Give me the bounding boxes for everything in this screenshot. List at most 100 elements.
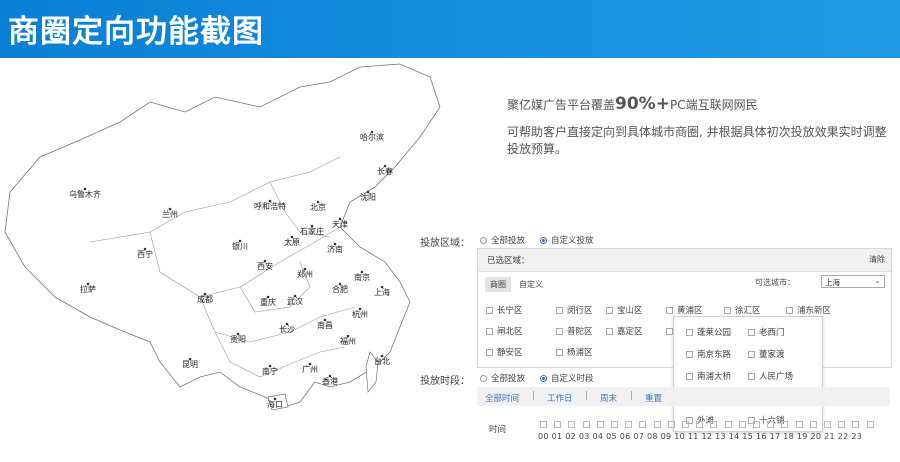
district-option[interactable]: 普陀区	[556, 325, 593, 337]
radio-label: 全部投放	[491, 236, 526, 246]
city-label: 天津	[332, 219, 348, 229]
hour-checkbox[interactable]	[596, 421, 604, 428]
city-select-label: 可选城市：	[755, 278, 795, 287]
hour-checkbox[interactable]	[540, 421, 547, 428]
hour-checkbox[interactable]	[582, 421, 590, 428]
business-district-option[interactable]: 南京东路	[686, 348, 731, 360]
city-label: 乌鲁木齐	[69, 189, 101, 199]
region-all-radio[interactable]: 全部投放	[480, 234, 525, 246]
separator: |	[585, 391, 589, 401]
district-label: 闸北区	[497, 327, 523, 337]
checkbox-icon	[724, 306, 731, 314]
region-custom-radio[interactable]: 自定义投放	[540, 234, 594, 246]
city-label: 拉萨	[80, 284, 96, 294]
district-option[interactable]: 闵行区	[556, 304, 593, 316]
hour-checkbox[interactable]	[568, 421, 576, 428]
hour-checkbox[interactable]	[696, 421, 704, 428]
district-option[interactable]: 徐汇区	[724, 304, 761, 316]
hour-checkbox[interactable]	[710, 421, 718, 428]
district-option[interactable]: 闸北区	[486, 325, 523, 337]
china-map: 哈尔滨 长春 沈阳 乌鲁木齐 呼和浩特 北京 天津 兰州 银川 石家庄 太原 济南 西宁 郑州 西安 南京 合肥…	[0, 62, 445, 458]
city-label: 南京	[354, 272, 370, 282]
district-option[interactable]: 浦东新区	[786, 304, 831, 316]
hour-checkbox[interactable]	[611, 421, 618, 428]
hour-checkbox[interactable]	[625, 421, 633, 428]
district-option[interactable]: 黄浦区	[666, 304, 703, 316]
city-label: 贵阳	[230, 334, 246, 344]
city-label: 长沙	[279, 324, 295, 334]
city-label: 台北	[374, 356, 390, 366]
business-district-option[interactable]: 老西门	[748, 326, 785, 338]
city-label: 北京	[310, 202, 326, 212]
city-label: 福州	[340, 337, 356, 346]
city-select[interactable]: 上海 ⌄	[821, 275, 885, 288]
hour-checkbox[interactable]	[838, 421, 846, 428]
district-option[interactable]: 静安区	[486, 346, 523, 358]
selected-area-bar: 已选区域： 清除	[478, 249, 891, 272]
business-district-option[interactable]: 南浦大桥	[686, 370, 731, 382]
hour-checkbox[interactable]	[738, 421, 746, 428]
clear-button[interactable]: 清除	[869, 254, 885, 265]
district-option[interactable]: 嘉定区	[606, 325, 643, 337]
business-district-option[interactable]: 蓬莱公园	[686, 326, 731, 338]
city-select-value: 上海	[825, 278, 840, 287]
hour-checkbox[interactable]	[554, 421, 562, 428]
district-label: 闵行区	[567, 306, 593, 316]
hour-checkbox[interactable]	[639, 421, 647, 428]
checkbox-icon	[748, 328, 755, 336]
coverage-percent: 90%+	[615, 94, 670, 114]
city-label: 重庆	[260, 297, 276, 307]
checkbox-icon	[686, 372, 693, 380]
hour-checkbox[interactable]	[852, 421, 860, 428]
time-workday-link[interactable]: 工作日	[547, 392, 573, 404]
selected-area-label: 已选区域：	[487, 256, 530, 266]
district-label: 静安区	[497, 348, 523, 358]
time-label: 投放时段：	[420, 376, 470, 387]
hour-checkbox[interactable]	[795, 421, 803, 428]
business-district-label: 南浦大桥	[697, 372, 732, 382]
district-option[interactable]: 宝山区	[606, 304, 643, 316]
hour-checkbox[interactable]	[682, 421, 689, 428]
checkbox-icon	[606, 327, 613, 335]
header-banner: 商圈定向功能截图	[0, 0, 900, 58]
tab-business-district[interactable]: 商圈	[485, 277, 511, 292]
hour-checkbox[interactable]	[767, 421, 775, 428]
time-all-radio[interactable]: 全部投放	[480, 372, 525, 384]
hour-labels: 00 01 02 03 04 05 06 07 08 09 10 11 12 1…	[538, 432, 863, 441]
city-label: 哈尔滨	[360, 132, 384, 142]
district-label: 徐汇区	[735, 306, 761, 316]
radio-icon	[480, 236, 487, 244]
time-preset-bar	[477, 387, 890, 406]
hour-checkbox[interactable]	[824, 421, 831, 428]
time-weekend-link[interactable]: 周末	[600, 392, 617, 404]
hour-checkbox[interactable]	[724, 421, 732, 428]
city-label: 济南	[327, 244, 343, 254]
business-district-label: 老西门	[759, 328, 785, 338]
district-label: 嘉定区	[617, 327, 643, 337]
hour-checkbox[interactable]	[809, 421, 817, 428]
business-district-label: 人民广场	[759, 372, 794, 382]
business-district-popup: 蓬莱公园老西门南京东路董家渡南浦大桥人民广场新闸路豫园外滩十六铺	[673, 316, 823, 432]
hour-checkbox[interactable]	[866, 421, 874, 428]
hour-checkbox[interactable]	[781, 421, 789, 428]
time-custom-radio[interactable]: 自定义时段	[540, 372, 594, 384]
district-option[interactable]: 杨浦区	[556, 346, 593, 358]
hour-checkbox[interactable]	[653, 421, 661, 428]
business-district-option[interactable]: 人民广场	[748, 370, 793, 382]
checkbox-icon	[486, 327, 493, 335]
tab-custom[interactable]: 自定义	[514, 277, 548, 292]
city-label: 成都	[197, 294, 213, 304]
city-label: 海口	[267, 399, 283, 409]
time-all-link[interactable]: 全部时间	[485, 392, 519, 404]
coverage-text: 聚亿媒广告平台覆盖90%+PC端互联网网民	[507, 94, 758, 114]
checkbox-icon	[666, 327, 673, 335]
hour-checkbox[interactable]	[667, 421, 675, 428]
business-district-label: 董家渡	[759, 350, 785, 360]
checkbox-icon	[486, 348, 493, 356]
business-district-option[interactable]: 董家渡	[748, 348, 785, 360]
time-reset-link[interactable]: 重置	[645, 392, 662, 404]
district-option[interactable]: 长宁区	[486, 304, 523, 316]
hour-checkbox[interactable]	[753, 421, 760, 428]
checkbox-icon	[666, 306, 673, 314]
city-label: 西宁	[137, 249, 153, 259]
